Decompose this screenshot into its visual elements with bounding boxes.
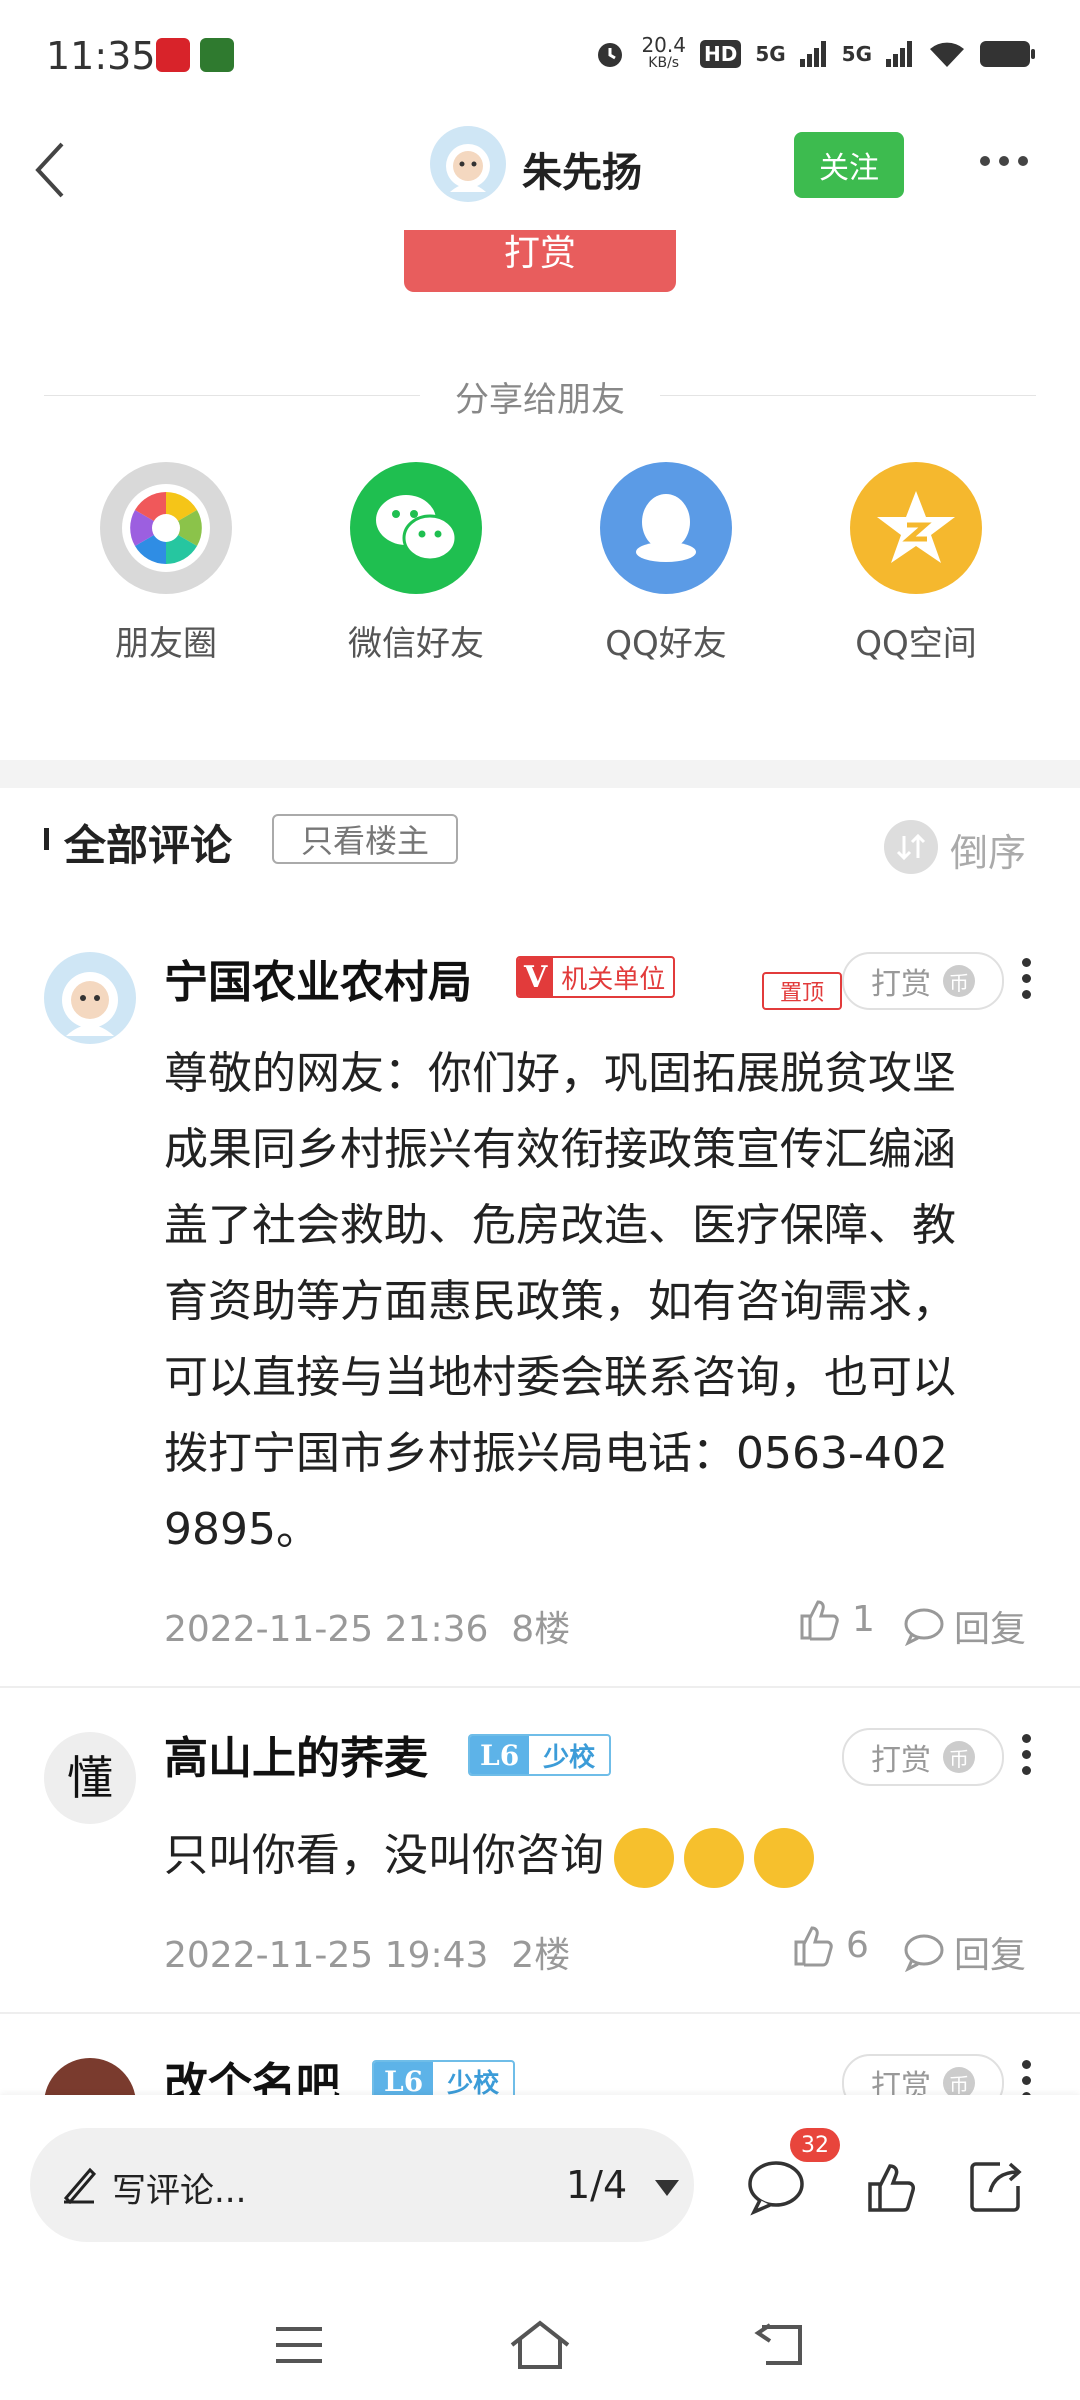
comment-reward-button[interactable]: 打赏币 [842, 952, 1004, 1010]
reward-button[interactable]: 打赏 [404, 230, 676, 292]
comment-text: 只叫你看，没叫你咨询 [164, 1818, 814, 1894]
comment-reward-button[interactable]: 打赏币 [842, 1728, 1004, 1786]
qzone-icon [850, 462, 982, 594]
author-avatar[interactable] [430, 126, 506, 202]
qq-icon [600, 462, 732, 594]
reply-button[interactable]: 回复 [902, 1600, 1026, 1652]
avatar[interactable] [44, 952, 136, 1044]
share-label: 朋友圈 [115, 624, 217, 664]
share-label: QQ好友 [605, 624, 727, 664]
comment-icon[interactable] [744, 2156, 808, 2216]
thumbs-up-icon [800, 1600, 839, 1641]
reply-icon [904, 1934, 944, 1972]
share-wechat[interactable]: 微信好友 [316, 462, 516, 665]
sort-order-label[interactable]: 倒序 [950, 822, 1026, 877]
grin-emoji-icon [684, 1828, 744, 1888]
share-qq[interactable]: QQ好友 [566, 462, 766, 665]
official-badge: V 机关单位 [516, 956, 676, 998]
net-speed: 20.4 KB/s [641, 33, 686, 71]
back-nav-icon[interactable] [752, 2321, 806, 2369]
comment-separator [0, 2012, 1080, 2014]
level-badge: L6 少校 [468, 1734, 612, 1776]
battery-icon [980, 41, 1035, 67]
signal-bars-icon [886, 41, 912, 67]
only-op-filter[interactable]: 只看楼主 [272, 814, 458, 864]
share-qzone[interactable]: QQ空间 [816, 462, 1016, 665]
comments-title: 全部评论 [64, 821, 233, 870]
comment-count-badge: 32 [790, 2128, 840, 2162]
dropdown-triangle-icon [655, 2180, 680, 2196]
sort-icon[interactable] [884, 820, 938, 874]
home-icon[interactable] [508, 2319, 572, 2371]
comment-text: 尊敬的网友：你们好，巩固拓展脱贫攻坚 成果同乡村振兴有效衔接政策宣传汇编涵 盖了… [164, 1048, 956, 1555]
pencil-icon [63, 2167, 97, 2204]
like-button[interactable]: 1 [796, 1596, 875, 1642]
top-nav: 朱先扬 关注 [0, 110, 1080, 230]
thumbs-up-icon [794, 1926, 833, 1967]
coin-icon: 币 [943, 965, 975, 997]
menu-icon[interactable] [274, 2325, 324, 2365]
avatar[interactable]: 懂 [44, 1732, 136, 1824]
comment-meta: 2022-11-25 19:43 2楼 [164, 1935, 571, 1976]
status-indicators: 20.4 KB/s HD 5G 5G [593, 33, 1036, 72]
status-bar: 11:35 20.4 KB/s HD 5G 5G [0, 0, 1080, 110]
svg-text:懂: 懂 [67, 1751, 113, 1805]
back-icon[interactable] [24, 138, 84, 202]
reply-icon [904, 1608, 944, 1646]
commenter-name[interactable]: 宁国农业农村局 [164, 946, 472, 1010]
more-icon[interactable] [980, 156, 1028, 166]
hd-icon: HD [699, 40, 742, 68]
grin-emoji-icon [614, 1828, 674, 1888]
share-label: QQ空间 [855, 624, 977, 664]
comment-separator [0, 1686, 1080, 1688]
share-icon[interactable] [966, 2156, 1026, 2216]
share-title: 分享给朋友 [455, 380, 625, 420]
system-nav-bar [0, 2275, 1080, 2400]
notification-app-icon [200, 38, 234, 72]
signal-5g-1: 5G [755, 42, 786, 66]
bank-app-icon [156, 38, 190, 72]
author-name[interactable]: 朱先扬 [522, 140, 642, 198]
signal-bars-icon [799, 41, 826, 67]
write-comment-placeholder[interactable]: 写评论... [112, 2163, 246, 2212]
thumbs-up-icon[interactable] [864, 2160, 920, 2216]
section-divider [0, 760, 1080, 788]
pinned-badge: 置顶 [762, 972, 842, 1010]
commenter-name[interactable]: 高山上的荞麦 [164, 1722, 428, 1786]
status-time: 11:35 [46, 34, 156, 78]
coin-icon: 币 [943, 1741, 975, 1773]
follow-button[interactable]: 关注 [794, 132, 904, 198]
like-button[interactable]: 6 [790, 1922, 869, 1968]
signal-5g-2: 5G [841, 42, 872, 66]
moments-icon [100, 462, 232, 594]
comment-meta: 2022-11-25 21:36 8楼 [164, 1609, 571, 1650]
comment-more-icon[interactable] [1022, 958, 1031, 999]
share-moments[interactable]: 朋友圈 [66, 462, 266, 665]
section-marker [44, 828, 49, 850]
grin-emoji-icon [754, 1828, 814, 1888]
wechat-icon [350, 462, 482, 594]
reply-button[interactable]: 回复 [902, 1926, 1026, 1978]
share-label: 微信好友 [348, 624, 484, 664]
alarm-icon [598, 43, 623, 67]
comment-more-icon[interactable] [1022, 1734, 1031, 1775]
wifi-icon [930, 42, 964, 67]
page-indicator[interactable]: 1/4 [566, 2163, 681, 2207]
